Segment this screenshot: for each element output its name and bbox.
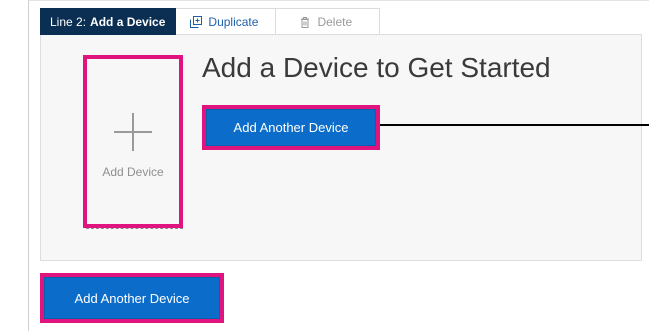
callout-line <box>380 124 649 126</box>
duplicate-icon <box>190 15 203 28</box>
footer-add-another-device-button[interactable]: Add Another Device <box>44 277 220 319</box>
plus-icon <box>112 111 154 153</box>
footer-add-another-device-highlight: Add Another Device <box>40 273 224 323</box>
add-another-device-button[interactable]: Add Another Device <box>206 109 376 146</box>
add-another-device-highlight: Add Another Device <box>202 105 380 150</box>
duplicate-label: Duplicate <box>208 14 259 29</box>
tab-line-prefix: Line 2: <box>50 14 87 29</box>
delete-button[interactable]: Delete <box>276 8 381 35</box>
device-toolbar: Line 2: Add a Device Duplicate Delete <box>40 8 381 35</box>
delete-label: Delete <box>317 14 353 29</box>
tile-divider <box>86 228 183 229</box>
add-device-tile[interactable]: Add Device <box>83 55 183 228</box>
page-title: Add a Device to Get Started <box>202 52 551 83</box>
add-device-label: Add Device <box>102 164 164 179</box>
duplicate-button[interactable]: Duplicate <box>176 8 277 35</box>
tab-line-2[interactable]: Line 2: Add a Device <box>40 8 177 35</box>
tab-line-title: Add a Device <box>90 14 166 29</box>
trash-icon <box>299 16 311 28</box>
